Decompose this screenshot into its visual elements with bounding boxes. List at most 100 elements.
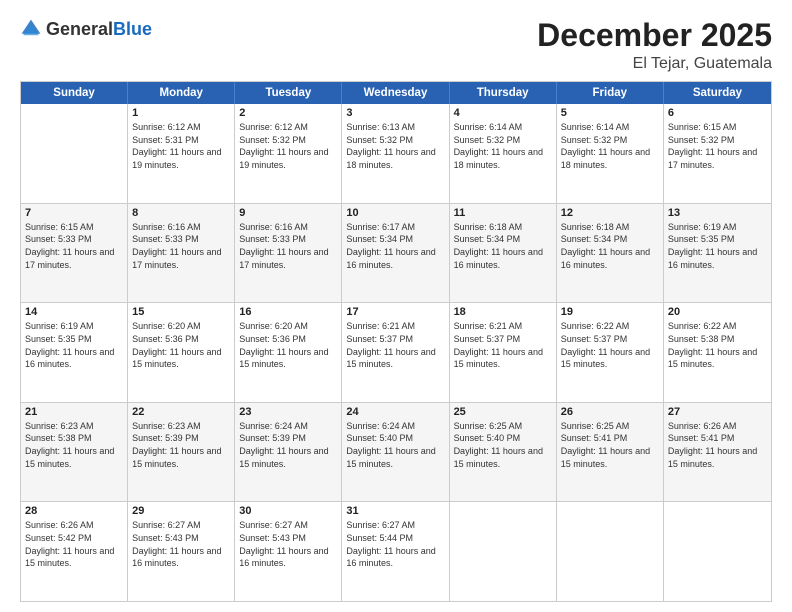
- cell-day-number: 15: [132, 306, 230, 318]
- cell-detail: Sunrise: 6:12 AMSunset: 5:32 PMDaylight:…: [239, 121, 337, 171]
- calendar-cell: 13Sunrise: 6:19 AMSunset: 5:35 PMDayligh…: [664, 204, 771, 303]
- cell-detail: Sunrise: 6:20 AMSunset: 5:36 PMDaylight:…: [132, 320, 230, 370]
- calendar-cell: 1 Sunrise: 6:12 AMSunset: 5:31 PMDaylight…: [128, 104, 235, 203]
- cell-detail: Sunrise: 6:23 AMSunset: 5:39 PMDaylight:…: [132, 420, 230, 470]
- cell-detail: Sunrise: 6:25 AMSunset: 5:41 PMDaylight:…: [561, 420, 659, 470]
- cell-day-number: 7: [25, 207, 123, 219]
- header: GeneralBlue December 2025 El Tejar, Guat…: [20, 18, 772, 73]
- logo-area: GeneralBlue: [20, 18, 152, 40]
- calendar-week-row: 7 Sunrise: 6:15 AMSunset: 5:33 PMDaylight…: [21, 204, 771, 304]
- cell-day-number: 19: [561, 306, 659, 318]
- calendar-cell: [450, 502, 557, 601]
- cell-detail: Sunrise: 6:14 AMSunset: 5:32 PMDaylight:…: [561, 121, 659, 171]
- calendar-cell: 30Sunrise: 6:27 AMSunset: 5:43 PMDayligh…: [235, 502, 342, 601]
- calendar-cell: 31 Sunrise: 6:27 AMSunset: 5:44 PMDayligh…: [342, 502, 449, 601]
- calendar-cell: 11 Sunrise: 6:18 AMSunset: 5:34 PMDayligh…: [450, 204, 557, 303]
- cell-day-number: 1: [132, 107, 230, 119]
- logo-icon: [20, 18, 42, 40]
- cell-day-number: 9: [239, 207, 337, 219]
- cell-day-number: 31: [346, 505, 444, 517]
- calendar-cell: 6 Sunrise: 6:15 AMSunset: 5:32 PMDaylight…: [664, 104, 771, 203]
- cell-detail: Sunrise: 6:17 AMSunset: 5:34 PMDaylight:…: [346, 221, 444, 271]
- cell-detail: Sunrise: 6:27 AMSunset: 5:43 PMDaylight:…: [132, 519, 230, 569]
- calendar-cell: 14 Sunrise: 6:19 AMSunset: 5:35 PMDayligh…: [21, 303, 128, 402]
- cell-detail: Sunrise: 6:14 AMSunset: 5:32 PMDaylight:…: [454, 121, 552, 171]
- calendar-week-row: 28 Sunrise: 6:26 AMSunset: 5:42 PMDayligh…: [21, 502, 771, 601]
- calendar-header-cell: Thursday: [450, 82, 557, 104]
- cell-detail: Sunrise: 6:15 AMSunset: 5:33 PMDaylight:…: [25, 221, 123, 271]
- cell-detail: Sunrise: 6:19 AMSunset: 5:35 PMDaylight:…: [668, 221, 767, 271]
- cell-detail: Sunrise: 6:13 AMSunset: 5:32 PMDaylight:…: [346, 121, 444, 171]
- calendar-header-cell: Friday: [557, 82, 664, 104]
- cell-day-number: 21: [25, 406, 123, 418]
- cell-day-number: 23: [239, 406, 337, 418]
- calendar-cell: 25Sunrise: 6:25 AMSunset: 5:40 PMDayligh…: [450, 403, 557, 502]
- cell-detail: Sunrise: 6:23 AMSunset: 5:38 PMDaylight:…: [25, 420, 123, 470]
- calendar-cell: [557, 502, 664, 601]
- cell-detail: Sunrise: 6:12 AMSunset: 5:31 PMDaylight:…: [132, 121, 230, 171]
- calendar-cell: 7 Sunrise: 6:15 AMSunset: 5:33 PMDaylight…: [21, 204, 128, 303]
- calendar-cell: 3 Sunrise: 6:13 AMSunset: 5:32 PMDaylight…: [342, 104, 449, 203]
- calendar-cell: 23 Sunrise: 6:24 AMSunset: 5:39 PMDayligh…: [235, 403, 342, 502]
- logo-text: GeneralBlue: [46, 19, 152, 40]
- logo-blue: Blue: [113, 19, 152, 39]
- cell-day-number: 18: [454, 306, 552, 318]
- calendar-cell: 24Sunrise: 6:24 AMSunset: 5:40 PMDayligh…: [342, 403, 449, 502]
- cell-day-number: 8: [132, 207, 230, 219]
- calendar-header-cell: Wednesday: [342, 82, 449, 104]
- calendar-header-row: SundayMondayTuesdayWednesdayThursdayFrid…: [21, 82, 771, 104]
- cell-detail: Sunrise: 6:26 AMSunset: 5:42 PMDaylight:…: [25, 519, 123, 569]
- cell-detail: Sunrise: 6:15 AMSunset: 5:32 PMDaylight:…: [668, 121, 767, 171]
- calendar-cell: 15 Sunrise: 6:20 AMSunset: 5:36 PMDayligh…: [128, 303, 235, 402]
- cell-detail: Sunrise: 6:22 AMSunset: 5:38 PMDaylight:…: [668, 320, 767, 370]
- cell-detail: Sunrise: 6:16 AMSunset: 5:33 PMDaylight:…: [132, 221, 230, 271]
- calendar-cell: 18Sunrise: 6:21 AMSunset: 5:37 PMDayligh…: [450, 303, 557, 402]
- cell-detail: Sunrise: 6:22 AMSunset: 5:37 PMDaylight:…: [561, 320, 659, 370]
- calendar-header-cell: Saturday: [664, 82, 771, 104]
- calendar-cell: 20Sunrise: 6:22 AMSunset: 5:38 PMDayligh…: [664, 303, 771, 402]
- calendar-cell: 10 Sunrise: 6:17 AMSunset: 5:34 PMDayligh…: [342, 204, 449, 303]
- cell-day-number: 24: [346, 406, 444, 418]
- calendar-cell: 4 Sunrise: 6:14 AMSunset: 5:32 PMDaylight…: [450, 104, 557, 203]
- cell-day-number: 22: [132, 406, 230, 418]
- cell-day-number: 3: [346, 107, 444, 119]
- cell-day-number: 16: [239, 306, 337, 318]
- calendar-cell: [664, 502, 771, 601]
- calendar: SundayMondayTuesdayWednesdayThursdayFrid…: [20, 81, 772, 602]
- cell-day-number: 14: [25, 306, 123, 318]
- calendar-cell: 5 Sunrise: 6:14 AMSunset: 5:32 PMDaylight…: [557, 104, 664, 203]
- cell-detail: Sunrise: 6:26 AMSunset: 5:41 PMDaylight:…: [668, 420, 767, 470]
- cell-day-number: 10: [346, 207, 444, 219]
- cell-detail: Sunrise: 6:18 AMSunset: 5:34 PMDaylight:…: [454, 221, 552, 271]
- cell-day-number: 28: [25, 505, 123, 517]
- cell-day-number: 5: [561, 107, 659, 119]
- calendar-cell: 22 Sunrise: 6:23 AMSunset: 5:39 PMDayligh…: [128, 403, 235, 502]
- cell-detail: Sunrise: 6:21 AMSunset: 5:37 PMDaylight:…: [346, 320, 444, 370]
- calendar-cell: 28 Sunrise: 6:26 AMSunset: 5:42 PMDayligh…: [21, 502, 128, 601]
- cell-detail: Sunrise: 6:18 AMSunset: 5:34 PMDaylight:…: [561, 221, 659, 271]
- cell-day-number: 11: [454, 207, 552, 219]
- calendar-cell: 29 Sunrise: 6:27 AMSunset: 5:43 PMDayligh…: [128, 502, 235, 601]
- logo: GeneralBlue: [20, 18, 152, 40]
- cell-day-number: 6: [668, 107, 767, 119]
- title-area: December 2025 El Tejar, Guatemala: [537, 18, 772, 73]
- cell-day-number: 27: [668, 406, 767, 418]
- cell-detail: Sunrise: 6:19 AMSunset: 5:35 PMDaylight:…: [25, 320, 123, 370]
- calendar-cell: 16Sunrise: 6:20 AMSunset: 5:36 PMDayligh…: [235, 303, 342, 402]
- calendar-cell: 2 Sunrise: 6:12 AMSunset: 5:32 PMDaylight…: [235, 104, 342, 203]
- calendar-cell: 12Sunrise: 6:18 AMSunset: 5:34 PMDayligh…: [557, 204, 664, 303]
- location-title: El Tejar, Guatemala: [537, 55, 772, 73]
- calendar-week-row: 21 Sunrise: 6:23 AMSunset: 5:38 PMDayligh…: [21, 403, 771, 503]
- month-title: December 2025: [537, 18, 772, 53]
- calendar-cell: 8 Sunrise: 6:16 AMSunset: 5:33 PMDaylight…: [128, 204, 235, 303]
- calendar-cell: 9Sunrise: 6:16 AMSunset: 5:33 PMDaylight…: [235, 204, 342, 303]
- page: GeneralBlue December 2025 El Tejar, Guat…: [0, 0, 792, 612]
- calendar-header-cell: Sunday: [21, 82, 128, 104]
- cell-day-number: 29: [132, 505, 230, 517]
- cell-day-number: 4: [454, 107, 552, 119]
- cell-day-number: 2: [239, 107, 337, 119]
- cell-detail: Sunrise: 6:24 AMSunset: 5:39 PMDaylight:…: [239, 420, 337, 470]
- calendar-header-cell: Tuesday: [235, 82, 342, 104]
- cell-detail: Sunrise: 6:27 AMSunset: 5:44 PMDaylight:…: [346, 519, 444, 569]
- calendar-week-row: 14 Sunrise: 6:19 AMSunset: 5:35 PMDayligh…: [21, 303, 771, 403]
